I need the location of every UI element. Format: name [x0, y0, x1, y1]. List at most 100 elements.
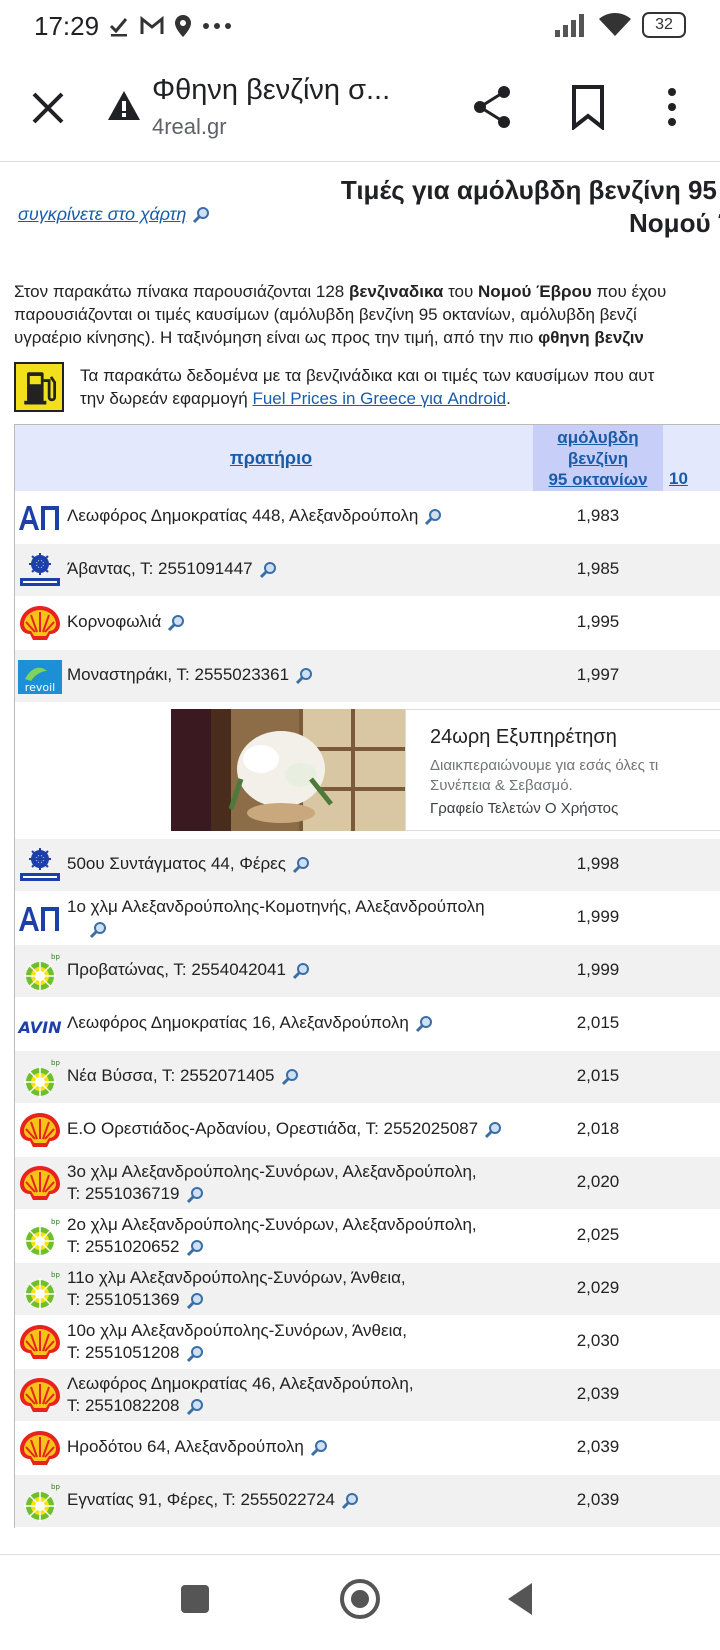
station-address[interactable]: Νέα Βύσσα, Τ: 2552071405: [67, 1065, 299, 1087]
magnifier-icon[interactable]: [310, 1439, 328, 1457]
station-address[interactable]: Άβαντας, Τ: 2551091447: [67, 558, 277, 580]
table-row[interactable]: Ηροδότου 64, Αλεξανδρούπολη 2,039: [15, 1422, 720, 1475]
magnifier-icon[interactable]: [295, 667, 313, 685]
magnifier-icon[interactable]: [292, 962, 310, 980]
table-row[interactable]: 3ο χλμ Αλεξανδρούπολης-Συνόρων, Αλεξανδρ…: [15, 1157, 720, 1210]
station-address-line[interactable]: Εγνατίας 91, Φέρες, Τ: 2555022724: [67, 1490, 335, 1509]
station-address[interactable]: Ηροδότου 64, Αλεξανδρούπολη: [67, 1436, 328, 1458]
table-row[interactable]: Άβαντας, Τ: 2551091447 1,985: [15, 544, 720, 597]
more-vert-icon[interactable]: [660, 84, 684, 130]
magnifier-icon[interactable]: [192, 206, 210, 224]
ad-source[interactable]: Γραφείο Τελετών Ο Χρήστος: [430, 800, 618, 817]
table-row[interactable]: Ε.Ο Ορεστιάδος-Αρδανίου, Ορεστιάδα, Τ: 2…: [15, 1104, 720, 1157]
station-address-line[interactable]: Άβαντας, Τ: 2551091447: [67, 559, 253, 578]
table-row[interactable]: bp 2ο χλμ Αλεξανδρούπολης-Συνόρων, Αλεξαν…: [15, 1210, 720, 1263]
advertisement[interactable]: 24ωρη Εξυπηρέτηση Διαικπεραιώνουμε για ε…: [15, 703, 720, 839]
station-address-line[interactable]: Κορνοφωλιά: [67, 612, 161, 631]
station-address-line[interactable]: Νέα Βύσσα, Τ: 2552071405: [67, 1066, 275, 1085]
station-address-line[interactable]: Τ: 2551051208: [67, 1343, 180, 1362]
magnifier-icon[interactable]: [424, 508, 442, 526]
station-address[interactable]: 10ο χλμ Αλεξανδρούπολης-Συνόρων, Άνθεια,…: [67, 1320, 407, 1364]
magnifier-icon[interactable]: [484, 1121, 502, 1139]
warning-icon[interactable]: [106, 88, 142, 124]
page-url[interactable]: 4real.gr: [152, 114, 227, 140]
station-address-line[interactable]: Ηροδότου 64, Αλεξανδρούπολη: [67, 1437, 304, 1456]
magnifier-icon[interactable]: [341, 1492, 359, 1510]
column-header-line[interactable]: 95 οκτανίων: [533, 469, 663, 490]
station-address-line[interactable]: Λεωφόρος Δημοκρατίας 448, Αλεξανδρούπολη: [67, 506, 418, 525]
column-header-line[interactable]: αμόλυβδη: [533, 427, 663, 448]
table-row[interactable]: 10ο χλμ Αλεξανδρούπολης-Συνόρων, Άνθεια,…: [15, 1316, 720, 1369]
station-address-line[interactable]: Ε.Ο Ορεστιάδος-Αρδανίου, Ορεστιάδα, Τ: 2…: [67, 1119, 478, 1138]
bookmark-icon[interactable]: [568, 84, 608, 130]
station-address[interactable]: 11ο χλμ Αλεξανδρούπολης-Συνόρων, Άνθεια,…: [67, 1267, 406, 1311]
table-row[interactable]: 50ου Συντάγματος 44, Φέρες 1,998: [15, 839, 720, 892]
table-row[interactable]: bp 11ο χλμ Αλεξανδρούπολης-Συνόρων, Άνθει…: [15, 1263, 720, 1316]
station-address-line[interactable]: 2ο χλμ Αλεξανδρούπολης-Συνόρων, Αλεξανδρ…: [67, 1215, 477, 1234]
table-row[interactable]: Λεωφόρος Δημοκρατίας 46, Αλεξανδρούπολη,…: [15, 1369, 720, 1422]
table-row[interactable]: bp Εγνατίας 91, Φέρες, Τ: 2555022724 2,039: [15, 1475, 720, 1528]
station-address-line[interactable]: Μοναστηράκι, Τ: 2555023361: [67, 665, 289, 684]
magnifier-icon[interactable]: [89, 921, 107, 939]
fuel-prices-app-link[interactable]: Fuel Prices in Greece για Android: [252, 389, 506, 408]
magnifier-icon[interactable]: [186, 1239, 204, 1257]
station-address[interactable]: Μοναστηράκι, Τ: 2555023361: [67, 664, 313, 686]
magnifier-icon[interactable]: [186, 1186, 204, 1204]
station-address[interactable]: Λεωφόρος Δημοκρατίας 448, Αλεξανδρούπολη: [67, 505, 442, 527]
table-row[interactable]: 1ο χλμ Αλεξανδρούπολης-Κομοτηνής, Αλεξαν…: [15, 892, 720, 945]
station-address[interactable]: 3ο χλμ Αλεξανδρούπολης-Συνόρων, Αλεξανδρ…: [67, 1161, 477, 1205]
column-header-station[interactable]: πρατήριο: [15, 425, 527, 491]
station-address[interactable]: 1ο χλμ Αλεξανδρούπολης-Κομοτηνής, Αλεξαν…: [67, 896, 485, 940]
station-address-line[interactable]: 11ο χλμ Αλεξανδρούπολης-Συνόρων, Άνθεια,: [67, 1268, 406, 1287]
table-row[interactable]: Κορνοφωλιά 1,995: [15, 597, 720, 650]
compare-on-map-link[interactable]: συγκρίνετε στο χάρτη: [18, 204, 210, 225]
compare-on-map-label[interactable]: συγκρίνετε στο χάρτη: [18, 204, 186, 224]
ad-flowers-image[interactable]: [171, 709, 405, 831]
station-address[interactable]: Ε.Ο Ορεστιάδος-Αρδανίου, Ορεστιάδα, Τ: 2…: [67, 1118, 502, 1140]
ad-text-box[interactable]: 24ωρη Εξυπηρέτηση Διαικπεραιώνουμε για ε…: [405, 709, 720, 831]
column-header-line[interactable]: βενζίνη: [533, 448, 663, 469]
ad-description-line[interactable]: Διαικπεραιώνουμε για εσάς όλες τι: [430, 756, 658, 776]
page-title[interactable]: Φθηνη βενζίνη σ...: [152, 74, 390, 107]
close-icon[interactable]: [26, 86, 70, 130]
magnifier-icon[interactable]: [186, 1398, 204, 1416]
station-address-line[interactable]: Προβατώνας, Τ: 2554042041: [67, 960, 286, 979]
column-header-unleaded-95[interactable]: αμόλυβδη βενζίνη 95 οκτανίων: [533, 425, 663, 491]
share-icon[interactable]: [470, 84, 516, 130]
magnifier-icon[interactable]: [186, 1345, 204, 1363]
station-address-line[interactable]: 3ο χλμ Αλεξανδρούπολης-Συνόρων, Αλεξανδρ…: [67, 1162, 477, 1181]
station-address-line[interactable]: Λεωφόρος Δημοκρατίας 46, Αλεξανδρούπολη,: [67, 1374, 414, 1393]
magnifier-icon[interactable]: [186, 1292, 204, 1310]
station-address[interactable]: Προβατώνας, Τ: 2554042041: [67, 959, 310, 981]
magnifier-icon[interactable]: [292, 856, 310, 874]
table-row[interactable]: Λεωφόρος Δημοκρατίας 448, Αλεξανδρούπολη…: [15, 491, 720, 544]
table-row[interactable]: bp Νέα Βύσσα, Τ: 2552071405 2,015: [15, 1051, 720, 1104]
magnifier-icon[interactable]: [281, 1068, 299, 1086]
recents-button[interactable]: [181, 1585, 209, 1613]
station-address-line[interactable]: Τ: 2551082208: [67, 1396, 180, 1415]
station-address[interactable]: Λεωφόρος Δημοκρατίας 46, Αλεξανδρούπολη,…: [67, 1373, 414, 1417]
back-button[interactable]: [508, 1583, 532, 1615]
station-address-line[interactable]: Λεωφόρος Δημοκρατίας 16, Αλεξανδρούπολη: [67, 1013, 409, 1032]
station-address[interactable]: Λεωφόρος Δημοκρατίας 16, Αλεξανδρούπολη: [67, 1012, 433, 1034]
station-address-line[interactable]: Τ: 2551020652: [67, 1237, 180, 1256]
station-address[interactable]: 2ο χλμ Αλεξανδρούπολης-Συνόρων, Αλεξανδρ…: [67, 1214, 477, 1258]
station-address[interactable]: Κορνοφωλιά: [67, 611, 185, 633]
column-header-next[interactable]: 10: [669, 469, 688, 489]
station-address[interactable]: 50ου Συντάγματος 44, Φέρες: [67, 853, 310, 875]
station-address-line[interactable]: 50ου Συντάγματος 44, Φέρες: [67, 854, 286, 873]
magnifier-icon[interactable]: [259, 561, 277, 579]
home-button[interactable]: [340, 1579, 380, 1619]
station-address-line[interactable]: Τ: 2551051369: [67, 1290, 180, 1309]
ad-description[interactable]: Διαικπεραιώνουμε για εσάς όλες τι Συνέπε…: [430, 756, 658, 796]
ad-description-line[interactable]: Συνέπεια & Σεβασμό.: [430, 776, 658, 796]
table-row[interactable]: revoil Μοναστηράκι, Τ: 2555023361 1,997: [15, 650, 720, 703]
station-address-line[interactable]: 10ο χλμ Αλεξανδρούπολης-Συνόρων, Άνθεια,: [67, 1321, 407, 1340]
table-row[interactable]: bp Προβατώνας, Τ: 2554042041 1,999: [15, 945, 720, 998]
station-address[interactable]: Εγνατίας 91, Φέρες, Τ: 2555022724: [67, 1489, 359, 1511]
ad-title[interactable]: 24ωρη Εξυπηρέτηση: [430, 726, 617, 749]
station-address-line[interactable]: Τ: 2551036719: [67, 1184, 180, 1203]
magnifier-icon[interactable]: [167, 614, 185, 632]
magnifier-icon[interactable]: [415, 1015, 433, 1033]
station-address-line[interactable]: 1ο χλμ Αλεξανδρούπολης-Κομοτηνής, Αλεξαν…: [67, 897, 485, 916]
